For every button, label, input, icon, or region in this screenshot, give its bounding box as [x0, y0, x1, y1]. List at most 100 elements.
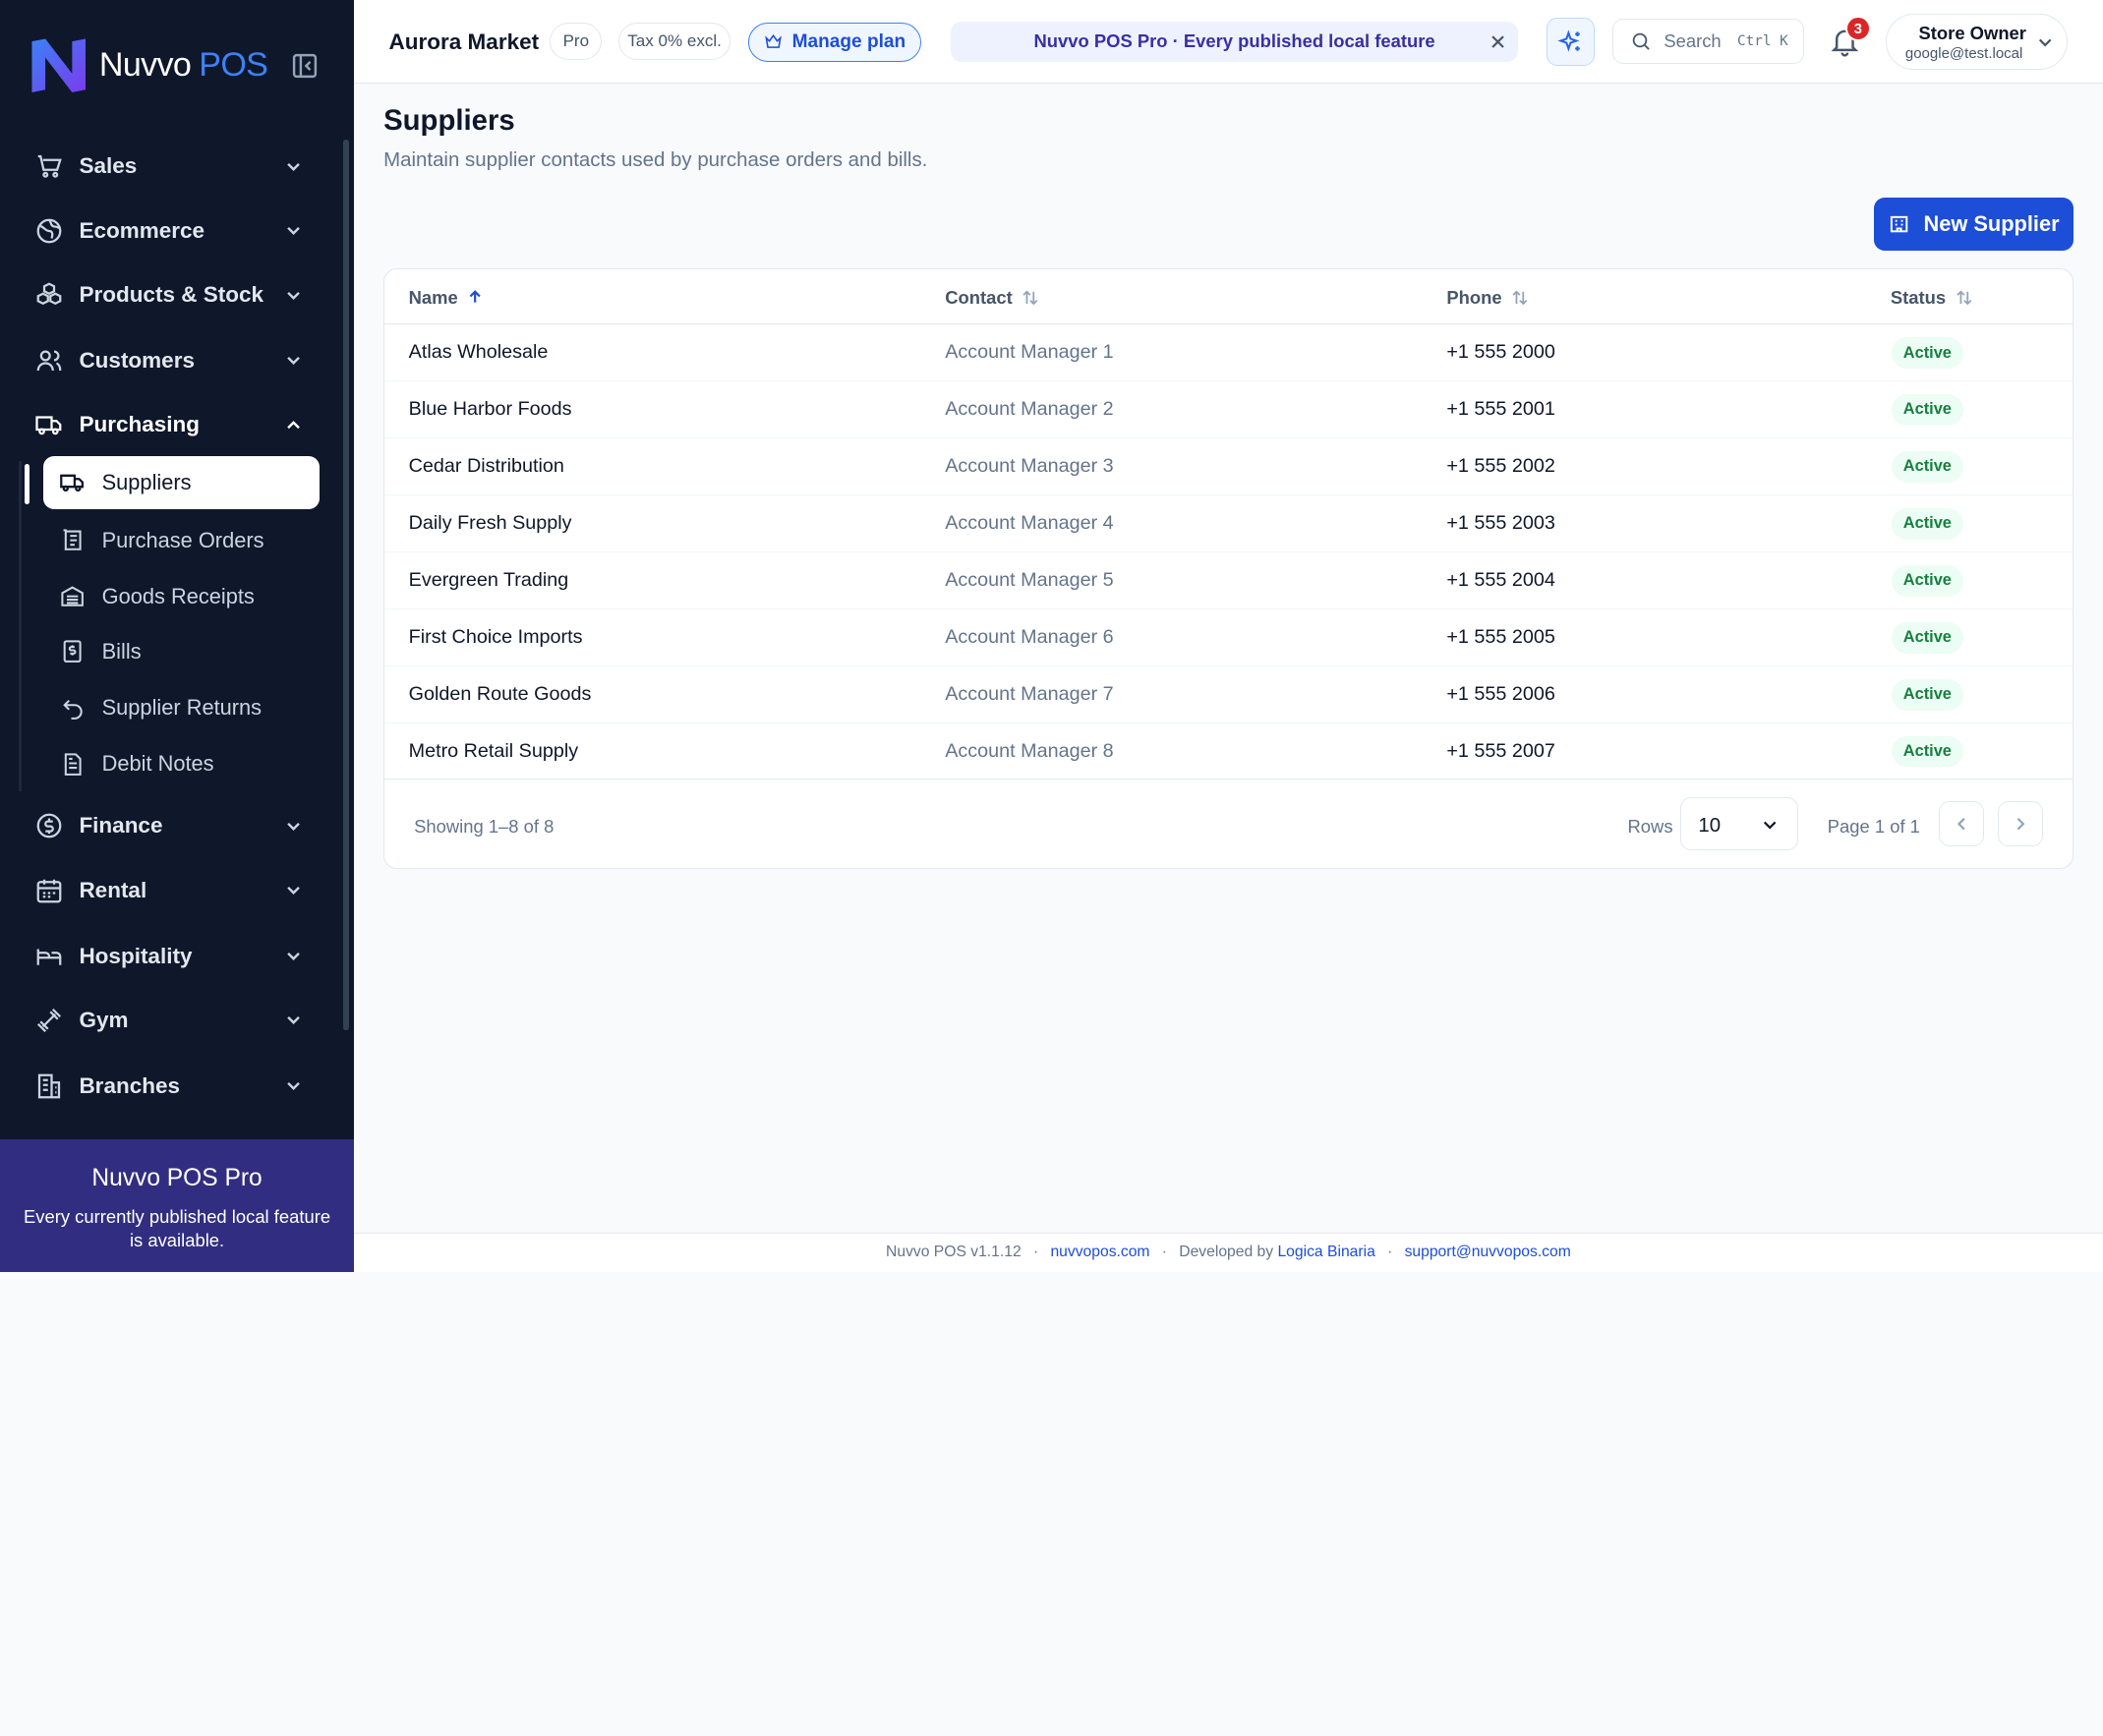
promo-text: Every currently published local feature …: [24, 1205, 331, 1251]
logo-mark-icon: [31, 38, 87, 93]
supplier-phone: +1 555 2005: [1446, 626, 1555, 649]
supplier-phone: +1 555 2006: [1446, 683, 1555, 706]
table-header: Name Contact Phone Status: [384, 269, 2073, 324]
table-row[interactable]: Atlas Wholesale Account Manager 1 +1 555…: [384, 324, 2073, 381]
sidebar-item-label: Sales: [79, 153, 138, 179]
sidebar-item-customers[interactable]: Customers: [22, 334, 322, 388]
table-row[interactable]: Evergreen Trading Account Manager 5 +1 5…: [384, 552, 2073, 609]
user-menu[interactable]: Store Owner google@test.local: [1885, 13, 2069, 70]
supplier-name: Golden Route Goods: [408, 683, 592, 706]
sidebar-scrollbar[interactable]: [343, 139, 349, 1030]
showing-count: Showing 1–8 of 8: [414, 815, 555, 837]
table-row[interactable]: Blue Harbor Foods Account Manager 2 +1 5…: [384, 381, 2073, 438]
sidebar-item-purchasing[interactable]: Purchasing: [22, 398, 322, 452]
building-icon: [34, 1071, 64, 1101]
sort-icon: [1512, 290, 1528, 305]
sidebar-item-rental[interactable]: Rental: [22, 863, 322, 917]
sidebar-item-label: Rental: [79, 877, 147, 902]
table-row[interactable]: Daily Fresh Supply Account Manager 4 +1 …: [384, 495, 2073, 552]
sidebar-item-label: Suppliers: [101, 470, 192, 495]
status-badge: Active: [1892, 736, 1963, 768]
sidebar: Nuvvo POS Sales Ecommerce Products & Sto…: [0, 0, 355, 1273]
column-header-contact[interactable]: Contact: [945, 287, 1039, 309]
status-badge: Active: [1892, 337, 1963, 369]
building-icon: [1890, 216, 1907, 233]
chevron-left-icon: [1957, 817, 1965, 831]
developer-link[interactable]: Logica Binaria: [1277, 1244, 1374, 1261]
website-link[interactable]: nuvvopos.com: [1050, 1244, 1149, 1261]
sidebar-item-label: Goods Receipts: [101, 583, 255, 608]
column-header-status[interactable]: Status: [1891, 287, 1973, 309]
banner-text: Nuvvo POS Pro · Every published local fe…: [1033, 30, 1435, 52]
sort-icon: [1957, 290, 1971, 305]
sidebar-item-label: Debit Notes: [101, 751, 214, 777]
next-page-button[interactable]: [1997, 800, 2044, 847]
app-root: Nuvvo POS Sales Ecommerce Products & Sto…: [0, 0, 2103, 1273]
supplier-contact: Account Manager 2: [945, 398, 1114, 421]
sidebar-item-branches[interactable]: Branches: [22, 1060, 322, 1114]
sidebar-item-bills[interactable]: Bills: [43, 626, 320, 677]
sidebar-item-goods-receipts[interactable]: Goods Receipts: [43, 571, 320, 622]
supplier-name: Daily Fresh Supply: [408, 512, 572, 535]
new-supplier-button[interactable]: New Supplier: [1873, 197, 2074, 252]
sidebar-item-label: Purchase Orders: [101, 527, 264, 552]
sidebar-item-suppliers[interactable]: Suppliers: [42, 455, 320, 510]
support-email-link[interactable]: support@nuvvopos.com: [1405, 1244, 1571, 1261]
supplier-contact: Account Manager 3: [945, 455, 1114, 478]
supplier-name: Metro Retail Supply: [408, 740, 579, 763]
pro-promo-card: Nuvvo POS Pro Every currently published …: [0, 1139, 355, 1273]
manage-plan-button[interactable]: Manage plan: [748, 23, 922, 62]
column-header-name[interactable]: Name: [409, 287, 484, 309]
truck-icon: [34, 410, 64, 439]
sidebar-item-gym[interactable]: Gym: [22, 994, 322, 1048]
chevron-down-icon: [287, 1016, 301, 1025]
supplier-name: Cedar Distribution: [408, 455, 564, 478]
supplier-name: Atlas Wholesale: [408, 341, 549, 364]
sidebar-item-ecommerce[interactable]: Ecommerce: [22, 203, 322, 258]
close-icon[interactable]: [1489, 32, 1507, 51]
ai-assistant-button[interactable]: [1546, 17, 1595, 66]
table-row[interactable]: Metro Retail Supply Account Manager 8 +1…: [384, 723, 2073, 781]
sidebar-item-purchase-orders[interactable]: Purchase Orders: [43, 515, 320, 566]
table-row[interactable]: First Choice Imports Account Manager 6 +…: [384, 609, 2073, 666]
sidebar-item-label: Ecommerce: [79, 217, 205, 243]
brand-logo[interactable]: Nuvvo POS: [27, 32, 327, 99]
supplier-phone: +1 555 2001: [1446, 398, 1555, 421]
previous-page-button[interactable]: [1938, 800, 1985, 847]
app-version: Nuvvo POS v1.1.12: [886, 1244, 1022, 1261]
search-box[interactable]: Search Ctrl K: [1611, 19, 1804, 65]
developed-by-label: Developed by: [1179, 1244, 1274, 1261]
sidebar-item-products-stock[interactable]: Products & Stock: [22, 268, 322, 322]
supplier-phone: +1 555 2003: [1446, 512, 1555, 535]
sidebar-item-sales[interactable]: Sales: [22, 140, 322, 194]
chevron-down-icon: [287, 162, 301, 171]
chevron-down-icon: [287, 952, 301, 960]
users-icon: [34, 346, 64, 376]
order-icon: [59, 527, 86, 553]
table-row[interactable]: Golden Route Goods Account Manager 7 +1 …: [384, 666, 2073, 723]
page-title: Suppliers: [383, 104, 515, 138]
sidebar-item-debit-notes[interactable]: Debit Notes: [43, 739, 320, 790]
cart-icon: [34, 151, 64, 181]
sidebar-item-supplier-returns[interactable]: Supplier Returns: [43, 682, 320, 733]
status-badge: Active: [1892, 508, 1963, 540]
dollar-icon: [34, 811, 64, 840]
sidebar-item-label: Products & Stock: [79, 282, 263, 308]
sidebar-item-label: Finance: [79, 813, 163, 839]
sidebar-item-finance[interactable]: Finance: [22, 799, 322, 853]
column-header-phone[interactable]: Phone: [1446, 287, 1529, 309]
store-name[interactable]: Aurora Market: [389, 29, 540, 55]
sidebar-item-hospitality[interactable]: Hospitality: [22, 929, 322, 983]
supplier-contact: Account Manager 4: [945, 512, 1114, 535]
suppliers-table: Name Contact Phone Status Atlas Wholesal…: [383, 267, 2074, 869]
top-header: Aurora Market Pro Tax 0% excl. Manage pl…: [354, 0, 2103, 84]
supplier-contact: Account Manager 7: [945, 683, 1114, 706]
tax-pill[interactable]: Tax 0% excl.: [617, 23, 731, 61]
plan-banner: Nuvvo POS Pro · Every published local fe…: [951, 21, 1519, 62]
submenu-track: [19, 461, 22, 791]
notification-badge: 3: [1844, 16, 1871, 42]
sidebar-collapse-icon[interactable]: [290, 51, 320, 81]
rows-per-page-select[interactable]: 10: [1679, 796, 1798, 851]
new-supplier-label: New Supplier: [1923, 210, 2060, 236]
table-row[interactable]: Cedar Distribution Account Manager 3 +1 …: [384, 438, 2073, 495]
